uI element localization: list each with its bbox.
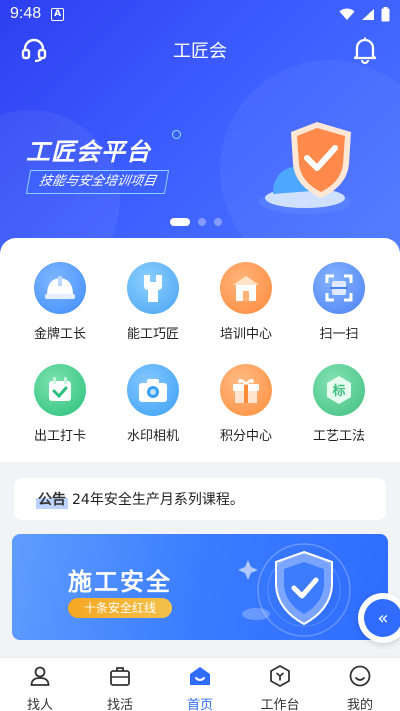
page-title: 工匠会 (173, 41, 227, 62)
collapse-float-button[interactable]: « (358, 593, 400, 643)
grid-label: 工艺工法 (312, 429, 365, 444)
workbench-icon (270, 664, 290, 688)
carousel-dot-active[interactable] (170, 218, 190, 226)
top-bar: 工匠会 (0, 30, 400, 70)
tab-label: 工作台 (260, 698, 300, 711)
grid-item-gold-foreman[interactable]: 金牌工长 (13, 262, 107, 342)
announcement-bar[interactable]: 公告 24年安全生产月系列课程。 (14, 478, 386, 520)
carousel-dot[interactable] (198, 218, 206, 226)
tag-badge-text: 标 (331, 383, 345, 399)
grid-item-points-center[interactable]: 积分中心 (199, 364, 293, 444)
tab-workbench[interactable]: 工作台 (240, 658, 320, 711)
grid-label: 金牌工长 (33, 327, 86, 342)
shield-check-icon (238, 543, 351, 637)
safety-pill: 十条安全红线 (68, 598, 173, 618)
wifi-icon (339, 8, 355, 20)
grid-label: 出工打卡 (33, 429, 86, 444)
status-bar: 9:48 A (0, 0, 400, 28)
calendar-check-icon (34, 364, 86, 416)
feature-grid: 金牌工长 能工巧匠 培训中心 扫一扫 出工打卡 水印相机 积分中心 标 工艺工法 (0, 238, 400, 462)
grid-item-scan[interactable]: 扫一扫 (292, 262, 386, 342)
headset-icon[interactable] (20, 36, 48, 64)
carousel-dots[interactable] (170, 218, 222, 226)
battery-icon (381, 6, 390, 21)
bottom-tab-bar: 找人 找活 首页 工作台 我的 (0, 657, 400, 711)
tab-home[interactable]: 首页 (160, 658, 240, 711)
grid-label: 培训中心 (219, 327, 272, 342)
gift-icon (220, 364, 272, 416)
tab-label: 找活 (106, 698, 133, 711)
status-icons (339, 6, 390, 22)
grid-item-watermark-camera[interactable]: 水印相机 (106, 364, 200, 444)
scan-icon (313, 262, 365, 314)
announcement-text[interactable]: 24年安全生产月系列课程。 (72, 489, 244, 509)
banner-subtitle: 技能与安全培训项目 (25, 170, 170, 194)
grid-label: 扫一扫 (319, 327, 359, 342)
status-time: 9:48 (10, 5, 42, 22)
safety-title: 施工安全 (68, 568, 172, 596)
briefcase-icon (110, 667, 130, 686)
grid-label: 积分中心 (219, 429, 272, 444)
grid-label: 水印相机 (126, 429, 179, 444)
signal-icon (362, 8, 374, 20)
notification-icon: A (51, 7, 65, 21)
tab-mine[interactable]: 我的 (320, 658, 400, 711)
building-icon (220, 262, 272, 314)
tab-label: 首页 (186, 698, 213, 711)
grid-item-craft-methods[interactable]: 标 工艺工法 (292, 364, 386, 444)
shield-illustration (259, 122, 351, 214)
grid-item-skilled-craftsman[interactable]: 能工巧匠 (106, 262, 200, 342)
banner-title: 工匠会平台 (26, 138, 151, 166)
tab-label: 找人 (26, 698, 53, 711)
bell-icon[interactable] (352, 36, 378, 64)
camera-icon (127, 364, 179, 416)
helmet-icon (34, 262, 86, 314)
tab-find-work[interactable]: 找活 (80, 658, 160, 711)
grid-label: 能工巧匠 (126, 327, 179, 342)
home-icon (190, 667, 210, 685)
tag-icon: 标 (313, 364, 365, 416)
double-chevron-left-icon: « (364, 599, 400, 637)
grid-item-clock-in[interactable]: 出工打卡 (13, 364, 107, 444)
carousel-dot[interactable] (214, 218, 222, 226)
person-icon (30, 666, 50, 686)
announcement-tag: 公告 (36, 489, 68, 509)
safety-banner[interactable]: 施工安全 十条安全红线 (12, 534, 388, 640)
banner-sparkle (172, 130, 181, 139)
smile-icon (349, 665, 371, 687)
wrench-icon (127, 262, 179, 314)
tab-label: 我的 (346, 698, 373, 711)
grid-item-training-center[interactable]: 培训中心 (199, 262, 293, 342)
tab-find-people[interactable]: 找人 (0, 658, 80, 711)
hero-banner: 9:48 A 工匠会 工匠会平台 技能与安全培训项目 (0, 0, 400, 260)
